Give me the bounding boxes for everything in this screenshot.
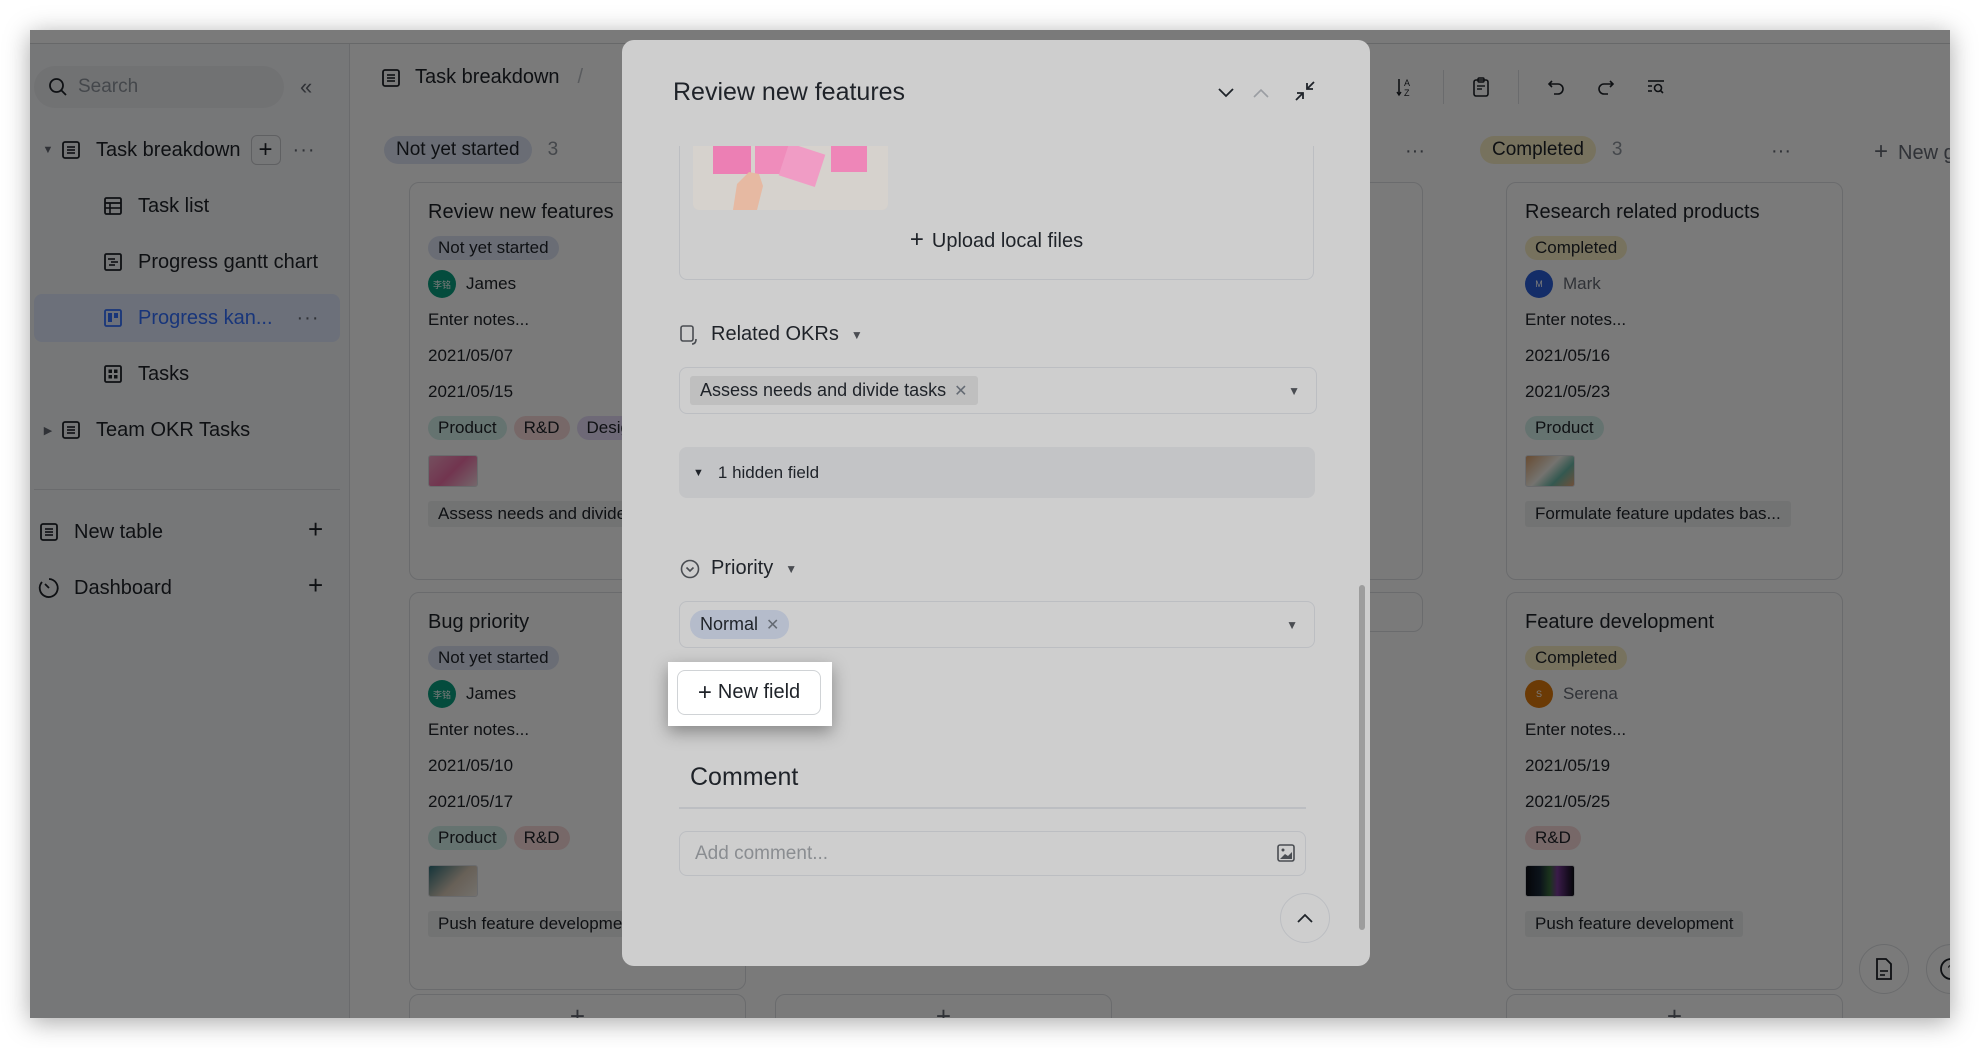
remove-icon[interactable]: ✕	[954, 383, 967, 400]
caret-down-icon[interactable]: ▼	[851, 328, 863, 342]
new-field-label: New field	[717, 681, 801, 703]
chip-label: Normal	[700, 614, 759, 634]
related-okrs-select[interactable]: Assess needs and divide tasks ✕ ▼	[679, 367, 1317, 414]
image-icon[interactable]	[1276, 843, 1296, 868]
scroll-to-top-button[interactable]	[1280, 893, 1330, 943]
comment-input[interactable]	[679, 831, 1306, 876]
attachment-field: + Upload local files	[679, 146, 1314, 280]
chevron-up-icon	[1297, 913, 1313, 923]
chip-label: Assess needs and divide tasks	[700, 380, 947, 400]
hidden-fields-toggle[interactable]: ▼ 1 hidden field	[679, 447, 1315, 498]
single-select-icon	[680, 559, 700, 578]
linked-okr-chip: Assess needs and divide tasks ✕	[690, 376, 978, 405]
field-name: Related OKRs	[711, 323, 839, 345]
comment-divider	[679, 807, 1306, 809]
highlight-frame: + New field	[668, 662, 832, 726]
field-name: Priority	[711, 557, 774, 579]
priority-select[interactable]: Normal ✕ ▼	[679, 601, 1315, 648]
dropdown-arrow-icon[interactable]: ▼	[1288, 384, 1300, 398]
chevron-up-icon[interactable]	[1252, 86, 1270, 104]
scrollbar[interactable]	[1359, 585, 1365, 930]
related-okrs-label[interactable]: Related OKRs ▼	[679, 323, 863, 346]
modal-title: Review new features	[673, 78, 906, 106]
plus-icon: +	[697, 678, 712, 706]
record-detail-modal: Review new features + Upload local files	[622, 40, 1370, 966]
priority-chip: Normal ✕	[690, 610, 790, 639]
chevron-down-icon[interactable]	[1217, 86, 1235, 104]
link-record-icon	[680, 324, 697, 345]
hidden-fields-label: 1 hidden field	[717, 462, 820, 482]
upload-label: Upload local files	[931, 230, 1084, 252]
upload-local-files-button[interactable]: + Upload local files	[680, 226, 1313, 254]
collapse-icon[interactable]	[1294, 80, 1316, 107]
app-window: Search « ▼ Task breakdown + ··· Task lis…	[30, 30, 1950, 1018]
remove-icon[interactable]: ✕	[766, 617, 779, 634]
priority-label[interactable]: Priority ▼	[679, 557, 797, 580]
comment-heading: Comment	[690, 763, 799, 791]
plus-icon: +	[909, 226, 924, 253]
dropdown-arrow-icon[interactable]: ▼	[1286, 618, 1298, 632]
caret-down-icon[interactable]: ▼	[785, 562, 797, 576]
attachment-image[interactable]	[693, 146, 888, 210]
caret-down-icon: ▼	[693, 466, 704, 479]
new-field-button[interactable]: + New field	[677, 670, 821, 715]
